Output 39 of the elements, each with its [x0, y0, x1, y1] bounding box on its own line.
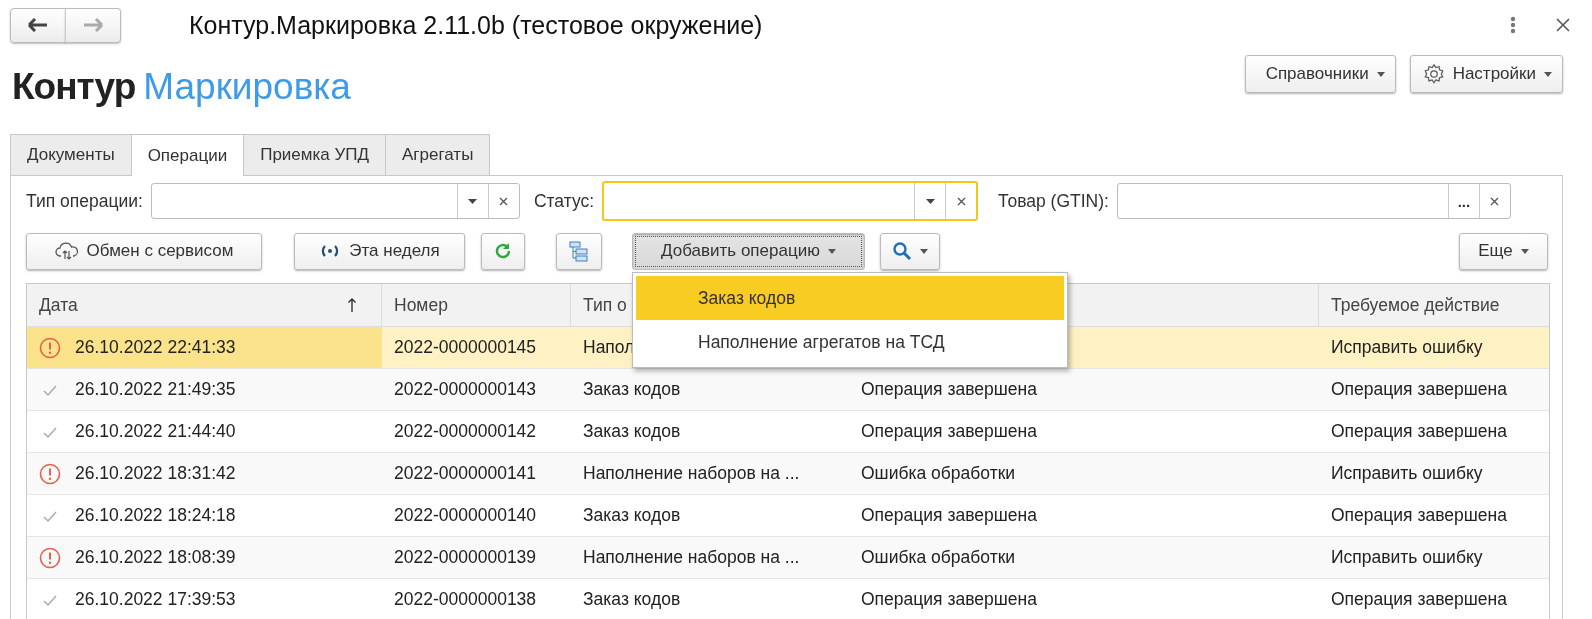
date-cell: 26.10.2022 21:49:35: [75, 379, 236, 400]
date-cell: 26.10.2022 18:24:18: [75, 505, 236, 526]
status-cell: Ошибка обработки: [861, 547, 1016, 568]
status-cell: Операция завершена: [861, 505, 1037, 526]
brand-name: Контур: [12, 66, 136, 108]
filter-label: Тип операции:: [26, 190, 143, 212]
number-cell: 2022-0000000142: [394, 421, 537, 442]
window-title: Контур.Маркировка 2.11.0b (тестовое окружение): [189, 10, 763, 40]
status-cell: Операция завершена: [861, 379, 1037, 400]
action-cell: Операция завершена: [1331, 421, 1507, 442]
filter-label: Товар (GTIN):: [998, 190, 1109, 212]
number-cell: 2022-0000000143: [394, 379, 537, 400]
number-cell: 2022-0000000139: [394, 547, 537, 568]
action-cell: Исправить ошибку: [1331, 463, 1483, 484]
action-cell: Операция завершена: [1331, 589, 1507, 610]
type-cell: Заказ кодов: [583, 421, 681, 442]
action-cell: Операция завершена: [1331, 505, 1507, 526]
number-cell: 2022-0000000138: [394, 589, 537, 610]
status-cell: Операция завершена: [861, 589, 1037, 610]
date-cell: 26.10.2022 17:39:53: [75, 589, 236, 610]
number-cell: 2022-0000000140: [394, 505, 537, 526]
date-cell: 26.10.2022 18:31:42: [75, 463, 236, 484]
action-cell: Операция завершена: [1331, 379, 1507, 400]
number-cell: 2022-0000000141: [394, 463, 537, 484]
number-cell: 2022-0000000145: [394, 337, 537, 358]
type-cell: Наполнение наборов на ...: [583, 463, 800, 484]
status-cell: Ошибка обработки: [861, 463, 1016, 484]
type-cell: Заказ кодов: [583, 505, 681, 526]
action-cell: Исправить ошибку: [1331, 547, 1483, 568]
date-cell: 26.10.2022 18:08:39: [75, 547, 236, 568]
filter-label: Статус:: [533, 190, 595, 212]
status-cell: Операция завершена: [861, 421, 1037, 442]
type-cell: Заказ кодов: [583, 589, 681, 610]
action-cell: Исправить ошибку: [1331, 337, 1483, 358]
date-cell: 26.10.2022 22:41:33: [75, 337, 236, 358]
type-cell: Наполнение наборов на ...: [583, 547, 800, 568]
type-cell: Заказ кодов: [583, 379, 681, 400]
product-name: Маркировка: [143, 66, 351, 108]
date-cell: 26.10.2022 21:44:40: [75, 421, 236, 442]
